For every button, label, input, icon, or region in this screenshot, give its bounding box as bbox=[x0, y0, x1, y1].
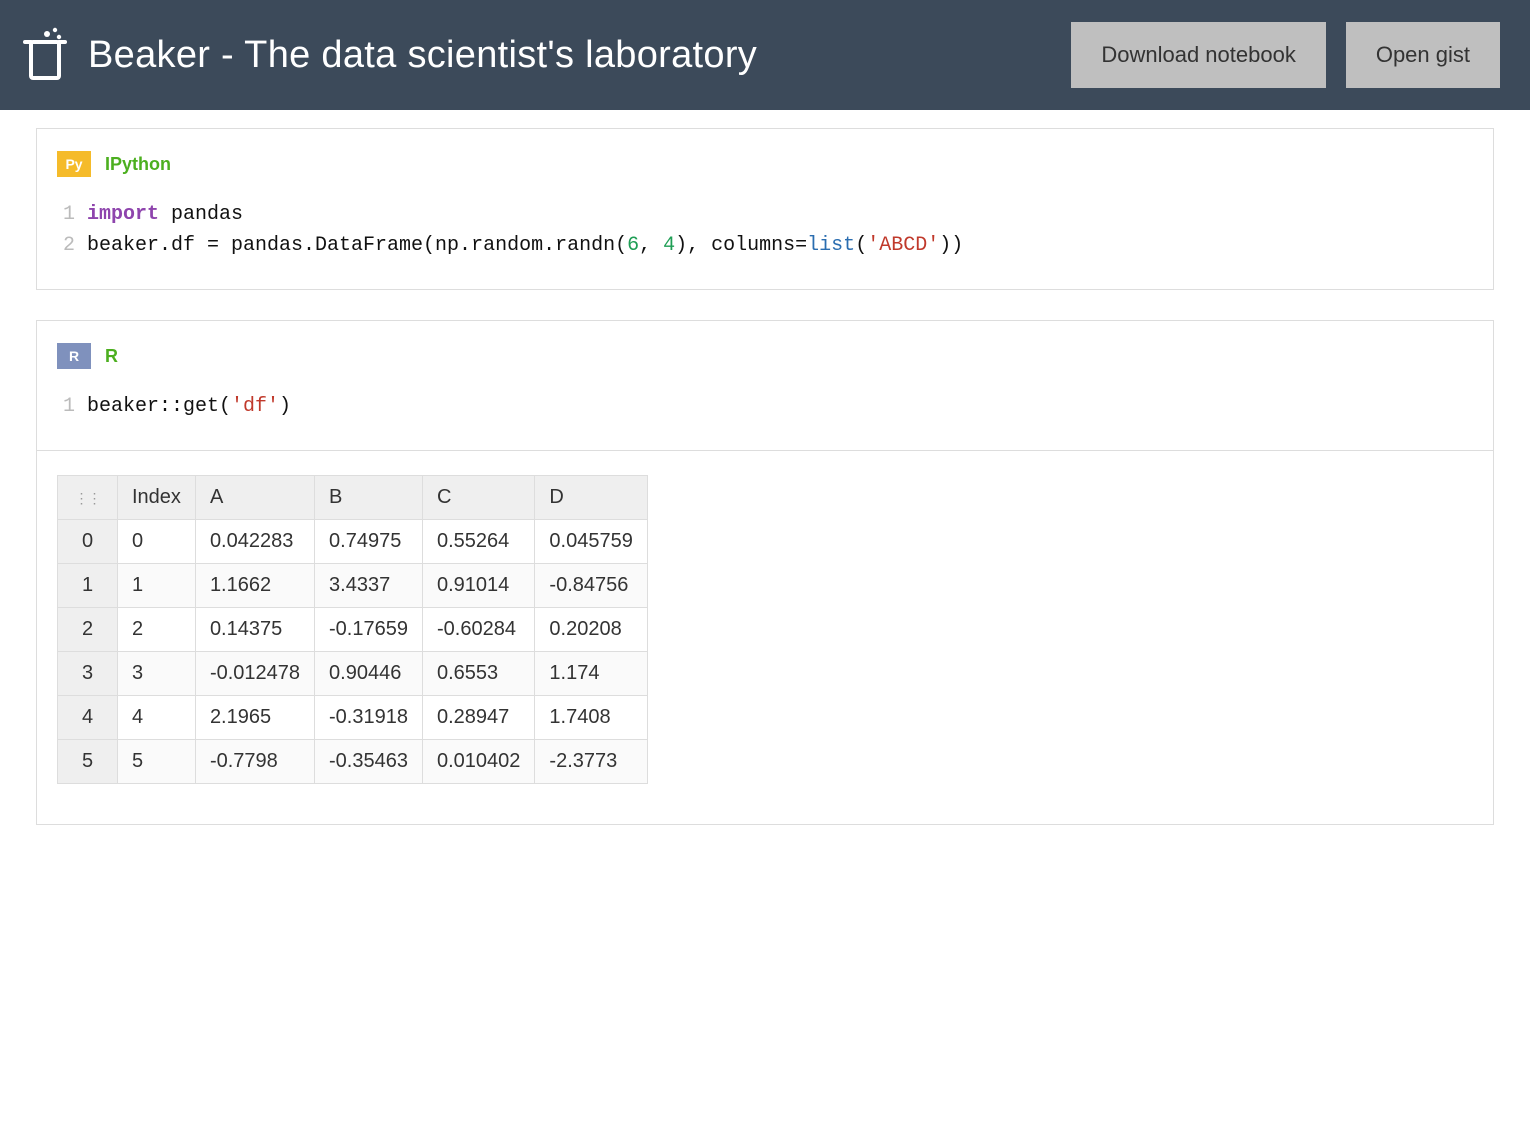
row-number: 3 bbox=[58, 652, 118, 696]
table-row: 33-0.0124780.904460.65531.174 bbox=[58, 652, 648, 696]
table-row: 000.0422830.749750.552640.045759 bbox=[58, 520, 648, 564]
menu-dots-icon: ⋮⋮ bbox=[75, 491, 101, 505]
table-cell: 0.010402 bbox=[422, 740, 534, 784]
code-source: beaker.df = pandas.DataFrame(np.random.r… bbox=[87, 230, 963, 261]
column-header[interactable]: C bbox=[422, 476, 534, 520]
dataframe-table: ⋮⋮IndexABCD 000.0422830.749750.552640.04… bbox=[57, 475, 648, 784]
table-cell: -0.60284 bbox=[422, 608, 534, 652]
beaker-logo-icon bbox=[20, 25, 70, 85]
table-cell: 0.28947 bbox=[422, 696, 534, 740]
table-cell: 1.1662 bbox=[195, 564, 314, 608]
row-number: 5 bbox=[58, 740, 118, 784]
table-row: 442.1965-0.319180.289471.7408 bbox=[58, 696, 648, 740]
cell-output: ⋮⋮IndexABCD 000.0422830.749750.552640.04… bbox=[37, 451, 1493, 824]
code-cell-r: R R 1beaker::get('df') ⋮⋮IndexABCD 000.0… bbox=[36, 320, 1494, 825]
language-badge-r-icon: R bbox=[57, 343, 91, 369]
code-source: import pandas bbox=[87, 199, 243, 230]
code-line: 1import pandas bbox=[57, 199, 1473, 230]
table-cell: 0.042283 bbox=[195, 520, 314, 564]
table-cell: 4 bbox=[118, 696, 196, 740]
line-number: 1 bbox=[57, 199, 87, 230]
table-cell: 0.045759 bbox=[535, 520, 647, 564]
table-cell: 0.55264 bbox=[422, 520, 534, 564]
table-cell: 2.1965 bbox=[195, 696, 314, 740]
page-title: Beaker - The data scientist's laboratory bbox=[88, 34, 1051, 77]
row-number: 0 bbox=[58, 520, 118, 564]
table-row: 111.16623.43370.91014-0.84756 bbox=[58, 564, 648, 608]
table-cell: -0.84756 bbox=[535, 564, 647, 608]
table-cell: 0.14375 bbox=[195, 608, 314, 652]
table-cell: 3.4337 bbox=[315, 564, 423, 608]
column-header[interactable]: A bbox=[195, 476, 314, 520]
table-cell: -2.3773 bbox=[535, 740, 647, 784]
open-gist-button[interactable]: Open gist bbox=[1346, 22, 1500, 88]
table-cell: 5 bbox=[118, 740, 196, 784]
row-number: 4 bbox=[58, 696, 118, 740]
column-header[interactable]: B bbox=[315, 476, 423, 520]
table-cell: -0.35463 bbox=[315, 740, 423, 784]
table-cell: 1.7408 bbox=[535, 696, 647, 740]
download-notebook-button[interactable]: Download notebook bbox=[1071, 22, 1325, 88]
table-cell: -0.31918 bbox=[315, 696, 423, 740]
table-cell: 0.91014 bbox=[422, 564, 534, 608]
code-editor[interactable]: 1import pandas2beaker.df = pandas.DataFr… bbox=[37, 189, 1493, 289]
table-cell: -0.7798 bbox=[195, 740, 314, 784]
table-cell: 0.74975 bbox=[315, 520, 423, 564]
table-row: 220.14375-0.17659-0.602840.20208 bbox=[58, 608, 648, 652]
table-menu-button[interactable]: ⋮⋮ bbox=[58, 476, 118, 520]
table-cell: 0.90446 bbox=[315, 652, 423, 696]
table-cell: 1 bbox=[118, 564, 196, 608]
code-editor[interactable]: 1beaker::get('df') bbox=[37, 381, 1493, 450]
app-header: Beaker - The data scientist's laboratory… bbox=[0, 0, 1530, 110]
row-number: 2 bbox=[58, 608, 118, 652]
row-number: 1 bbox=[58, 564, 118, 608]
language-name: IPython bbox=[105, 154, 171, 175]
language-badge-python-icon: Py bbox=[57, 151, 91, 177]
table-cell: 1.174 bbox=[535, 652, 647, 696]
code-line: 2beaker.df = pandas.DataFrame(np.random.… bbox=[57, 230, 1473, 261]
cell-header: Py IPython bbox=[37, 129, 1493, 189]
table-cell: 0 bbox=[118, 520, 196, 564]
notebook-content: Py IPython 1import pandas2beaker.df = pa… bbox=[0, 110, 1530, 891]
table-row: 55-0.7798-0.354630.010402-2.3773 bbox=[58, 740, 648, 784]
code-line: 1beaker::get('df') bbox=[57, 391, 1473, 422]
code-source: beaker::get('df') bbox=[87, 391, 291, 422]
code-cell-ipython: Py IPython 1import pandas2beaker.df = pa… bbox=[36, 128, 1494, 290]
column-header[interactable]: D bbox=[535, 476, 647, 520]
table-cell: 2 bbox=[118, 608, 196, 652]
line-number: 2 bbox=[57, 230, 87, 261]
column-header[interactable]: Index bbox=[118, 476, 196, 520]
table-cell: 0.6553 bbox=[422, 652, 534, 696]
line-number: 1 bbox=[57, 391, 87, 422]
table-cell: -0.17659 bbox=[315, 608, 423, 652]
table-cell: 0.20208 bbox=[535, 608, 647, 652]
table-cell: -0.012478 bbox=[195, 652, 314, 696]
table-cell: 3 bbox=[118, 652, 196, 696]
cell-header: R R bbox=[37, 321, 1493, 381]
language-name: R bbox=[105, 346, 118, 367]
